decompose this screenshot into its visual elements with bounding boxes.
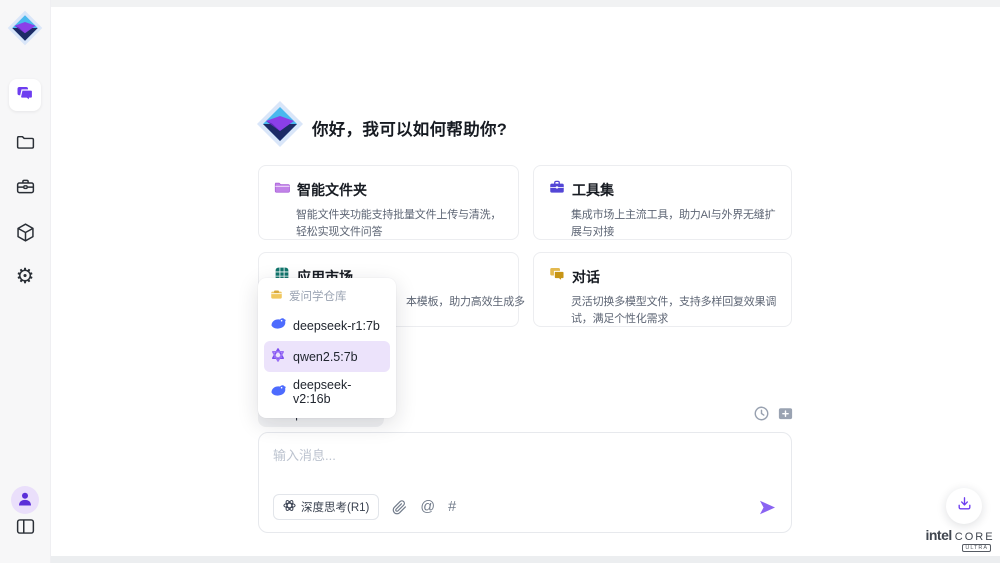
repo-box-icon: [270, 288, 283, 304]
sidebar-item-collapse[interactable]: [0, 516, 50, 542]
gem-logo-icon: [7, 10, 43, 51]
sidebar-item-models[interactable]: [0, 222, 50, 248]
send-icon[interactable]: [758, 498, 777, 517]
model-option-label: deepseek-r1:7b: [293, 319, 380, 333]
app-window: ⚙: [0, 0, 1000, 563]
card-smart-folders[interactable]: 智能文件夹 智能文件夹功能支持批量文件上传与清洗，轻松实现文件问答: [258, 165, 519, 240]
sidebar-item-settings[interactable]: ⚙: [0, 266, 50, 287]
chat-icon: [16, 84, 34, 107]
card-description: 集成市场上主流工具，助力AI与外界无缝扩展与对接: [571, 207, 777, 241]
sidebar-item-toolbox[interactable]: [0, 176, 50, 202]
app-logo: [0, 10, 50, 51]
card-description: 本模板，助力高效生成多: [406, 294, 504, 311]
sidebar: ⚙: [0, 0, 51, 563]
composer-toolbar: 深度思考(R1) @ #: [273, 494, 777, 520]
sidebar-item-chat[interactable]: [9, 79, 41, 111]
window-bottom-strip: [0, 556, 1000, 563]
user-icon: [16, 489, 34, 512]
deep-think-label: 深度思考(R1): [301, 499, 369, 515]
intel-core-ultra-logo: intel core ultra: [925, 527, 995, 552]
folder-purple-icon: [273, 178, 291, 201]
card-description: 灵活切换多模型文件，支持多样回复效果调试，满足个性化需求: [571, 294, 777, 328]
briefcase-indigo-icon: [548, 178, 566, 201]
download-button[interactable]: [946, 488, 982, 524]
chat-gold-icon: [548, 265, 566, 288]
deep-think-button[interactable]: 深度思考(R1): [273, 494, 379, 520]
gem-logo-icon: [256, 135, 304, 152]
history-icon[interactable]: [753, 405, 770, 422]
model-dropdown: 爱问学仓库 deepseek-r1:7b qwen2.5:7b: [258, 278, 396, 418]
intel-brand-text: intel: [925, 527, 951, 543]
model-option-deepseek-v2[interactable]: deepseek-v2:16b: [264, 372, 390, 412]
download-icon: [956, 495, 973, 517]
model-option-label: qwen2.5:7b: [293, 350, 358, 364]
qwen-icon: [270, 347, 286, 366]
card-title: 对话: [572, 267, 600, 287]
card-toolset[interactable]: 工具集 集成市场上主流工具，助力AI与外界无缝扩展与对接: [533, 165, 792, 240]
panel-icon: [15, 516, 36, 542]
cube-icon: [15, 222, 36, 248]
gear-icon: ⚙: [16, 266, 35, 287]
hash-button[interactable]: #: [448, 500, 456, 515]
repo-label: 爱问学仓库: [289, 288, 347, 304]
paperclip-icon[interactable]: [392, 500, 407, 515]
card-conversation[interactable]: 对话 灵活切换多模型文件，支持多样回复效果调试，满足个性化需求: [533, 252, 792, 327]
composer: 深度思考(R1) @ #: [258, 432, 792, 533]
deepseek-icon: [270, 383, 286, 402]
message-input[interactable]: [273, 445, 773, 490]
model-option-deepseek-r1[interactable]: deepseek-r1:7b: [264, 310, 390, 341]
intel-tier-badge: ultra: [962, 544, 991, 552]
window-top-strip: [0, 0, 1000, 7]
mention-button[interactable]: @: [420, 500, 435, 515]
sidebar-item-account[interactable]: [11, 486, 39, 514]
intel-series-text: core: [955, 531, 995, 543]
card-description: 智能文件夹功能支持批量文件上传与清洗，轻松实现文件问答: [296, 207, 504, 241]
model-option-label: deepseek-v2:16b: [293, 378, 384, 406]
greeting-logo: [256, 100, 304, 153]
model-option-qwen[interactable]: qwen2.5:7b: [264, 341, 390, 372]
atom-icon: [283, 499, 296, 515]
deepseek-icon: [270, 316, 286, 335]
model-repo-header: 爱问学仓库: [264, 284, 390, 310]
briefcase-icon: [15, 176, 36, 202]
card-title: 工具集: [572, 180, 614, 200]
new-chat-icon[interactable]: [777, 405, 794, 422]
folder-icon: [15, 131, 36, 157]
card-title: 智能文件夹: [297, 180, 367, 200]
sidebar-item-folders[interactable]: [0, 131, 50, 157]
greeting-title: 你好，我可以如何帮助你?: [312, 116, 507, 140]
